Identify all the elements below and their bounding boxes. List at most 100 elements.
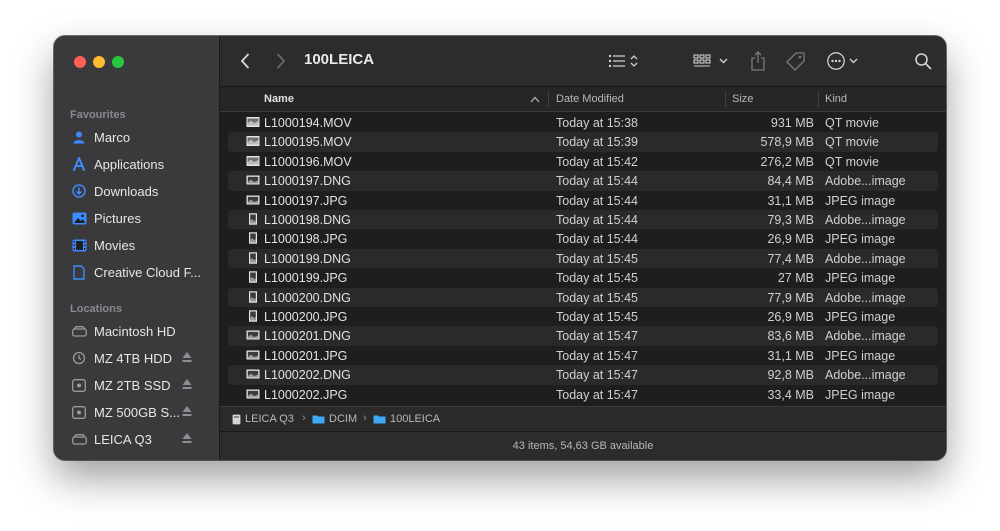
file-name: L1000201.JPG <box>264 348 348 363</box>
file-size: 26,9 MB <box>767 232 814 247</box>
file-kind: JPEG image <box>825 310 896 324</box>
file-row[interactable]: L1000201.DNG Today at 15:47 83,6 MB Adobe..… <box>228 326 938 346</box>
column-size[interactable]: Size <box>732 93 753 105</box>
drive-icon <box>71 431 87 447</box>
column-separator[interactable] <box>548 91 549 107</box>
search-button[interactable] <box>912 50 934 72</box>
zoom-window-button[interactable] <box>112 56 124 68</box>
sidebar-item-movies[interactable]: Movies <box>64 233 212 257</box>
column-separator[interactable] <box>818 91 819 107</box>
file-size: 77,9 MB <box>767 290 814 305</box>
file-date-modified: Today at 15:44 <box>556 213 639 227</box>
file-name: L1000197.JPG <box>264 193 348 208</box>
file-date-modified: Today at 15:45 <box>556 290 639 305</box>
file-row[interactable]: L1000194.MOV Today at 15:38 931 MB QT movie <box>228 113 938 132</box>
path-item-100leica[interactable]: 100LEICA <box>373 413 440 425</box>
sidebar: Favourites Marco Applications Downloads … <box>54 36 220 460</box>
path-separator-icon: › <box>302 412 306 424</box>
column-date-modified[interactable]: Date Modified <box>556 93 624 105</box>
file-date-modified: Today at 15:47 <box>556 329 639 344</box>
file-kind: JPEG image <box>825 348 896 363</box>
column-kind[interactable]: Kind <box>825 93 847 105</box>
file-row[interactable]: L1000197.JPG Today at 15:44 31,1 MB JPEG im… <box>228 191 938 210</box>
file-row[interactable]: L1000201.JPG Today at 15:47 31,1 MB JPEG im… <box>228 346 938 365</box>
eject-icon[interactable] <box>182 405 192 417</box>
movies-icon <box>71 237 87 253</box>
sidebar-item-label: Marco <box>94 129 131 145</box>
file-name: L1000201.DNG <box>264 329 351 344</box>
external-drive-icon <box>71 404 87 420</box>
file-size: 31,1 MB <box>767 193 814 208</box>
view-list-button[interactable] <box>606 50 644 72</box>
file-row[interactable]: L1000195.MOV Today at 15:39 578,9 MB QT mov… <box>228 132 938 152</box>
sidebar-item-mz-4tb-hdd[interactable]: MZ 4TB HDD <box>64 346 212 370</box>
file-size: 79,3 MB <box>767 213 814 227</box>
column-header: Name Date Modified Size Kind <box>220 87 946 112</box>
path-item-dcim[interactable]: DCIM <box>312 413 357 425</box>
window-controls <box>74 56 124 68</box>
group-button[interactable] <box>692 50 732 72</box>
file-row[interactable]: L1000200.JPG Today at 15:45 26,9 MB JPEG im… <box>228 307 938 326</box>
column-separator[interactable] <box>725 91 726 107</box>
file-row[interactable]: L1000197.DNG Today at 15:44 84,4 MB Adobe..… <box>228 171 938 191</box>
file-size: 578,9 MB <box>760 135 814 150</box>
sidebar-item-leica-q3[interactable]: LEICA Q3 <box>64 427 212 451</box>
sidebar-item-marco[interactable]: Marco <box>64 125 212 149</box>
sort-ascending-icon[interactable] <box>530 96 540 103</box>
movie-file-icon <box>246 135 260 147</box>
file-date-modified: Today at 15:44 <box>556 174 639 189</box>
sidebar-item-label: Creative Cloud F... <box>94 264 201 280</box>
portrait-image-icon <box>246 290 260 303</box>
file-row[interactable]: L1000202.JPG Today at 15:47 33,4 MB JPEG im… <box>228 385 938 404</box>
file-date-modified: Today at 15:45 <box>556 310 639 324</box>
eject-icon[interactable] <box>182 351 192 363</box>
forward-button[interactable] <box>270 50 292 72</box>
sidebar-item-applications[interactable]: Applications <box>64 152 212 176</box>
minimize-window-button[interactable] <box>93 56 105 68</box>
sidebar-item-label: Movies <box>94 237 136 253</box>
file-name: L1000195.MOV <box>264 135 352 150</box>
file-row[interactable]: L1000199.JPG Today at 15:45 27 MB JPEG imag… <box>228 268 938 287</box>
path-item-leica-q3[interactable]: LEICA Q3 <box>232 413 294 425</box>
file-size: 31,1 MB <box>767 348 814 363</box>
sidebar-item-mz-500gb[interactable]: MZ 500GB S... <box>64 400 212 424</box>
sidebar-item-mz-2tb-ssd[interactable]: MZ 2TB SSD <box>64 373 212 397</box>
file-size: 84,4 MB <box>767 174 814 189</box>
tag-icon <box>786 52 805 71</box>
file-row[interactable]: L1000196.MOV Today at 15:42 276,2 MB QT mov… <box>228 152 938 171</box>
tag-button[interactable] <box>785 50 807 72</box>
sidebar-item-creative-cloud[interactable]: Creative Cloud F... <box>64 260 212 284</box>
share-button[interactable] <box>748 49 768 73</box>
portrait-image-icon <box>246 271 260 283</box>
finder-window: Favourites Marco Applications Downloads … <box>54 36 946 460</box>
column-name[interactable]: Name <box>264 93 294 105</box>
file-name: L1000200.DNG <box>264 290 351 305</box>
pictures-icon <box>71 210 87 226</box>
landscape-image-icon <box>246 194 260 206</box>
landscape-image-icon <box>246 174 260 186</box>
landscape-image-icon <box>246 329 260 341</box>
eject-icon[interactable] <box>182 432 192 444</box>
file-row[interactable]: L1000202.DNG Today at 15:47 92,8 MB Adobe..… <box>228 365 938 385</box>
sidebar-item-pictures[interactable]: Pictures <box>64 206 212 230</box>
sidebar-item-macintosh-hd[interactable]: Macintosh HD <box>64 319 212 343</box>
movie-file-icon <box>246 116 260 128</box>
toolbar: 100LEICA <box>220 36 946 87</box>
close-window-button[interactable] <box>74 56 86 68</box>
list-view-icon <box>608 54 638 68</box>
file-date-modified: Today at 15:39 <box>556 135 639 150</box>
file-kind: Adobe...image <box>825 290 906 305</box>
action-menu-button[interactable] <box>826 50 862 72</box>
file-row[interactable]: L1000198.JPG Today at 15:44 26,9 MB JPEG im… <box>228 229 938 248</box>
file-row[interactable]: L1000198.DNG Today at 15:44 79,3 MB Adobe..… <box>228 210 938 230</box>
sidebar-item-downloads[interactable]: Downloads <box>64 179 212 203</box>
share-icon <box>751 51 765 71</box>
portrait-image-icon <box>246 213 260 225</box>
path-bar: LEICA Q3 › DCIM › 100LEICA <box>220 406 946 431</box>
file-row[interactable]: L1000200.DNG Today at 15:45 77,9 MB Adobe..… <box>228 287 938 307</box>
back-button[interactable] <box>234 50 256 72</box>
sidebar-item-label: MZ 4TB HDD <box>94 350 172 366</box>
eject-icon[interactable] <box>182 378 192 390</box>
document-icon <box>71 264 87 280</box>
file-row[interactable]: L1000199.DNG Today at 15:45 77,4 MB Adobe..… <box>228 248 938 269</box>
